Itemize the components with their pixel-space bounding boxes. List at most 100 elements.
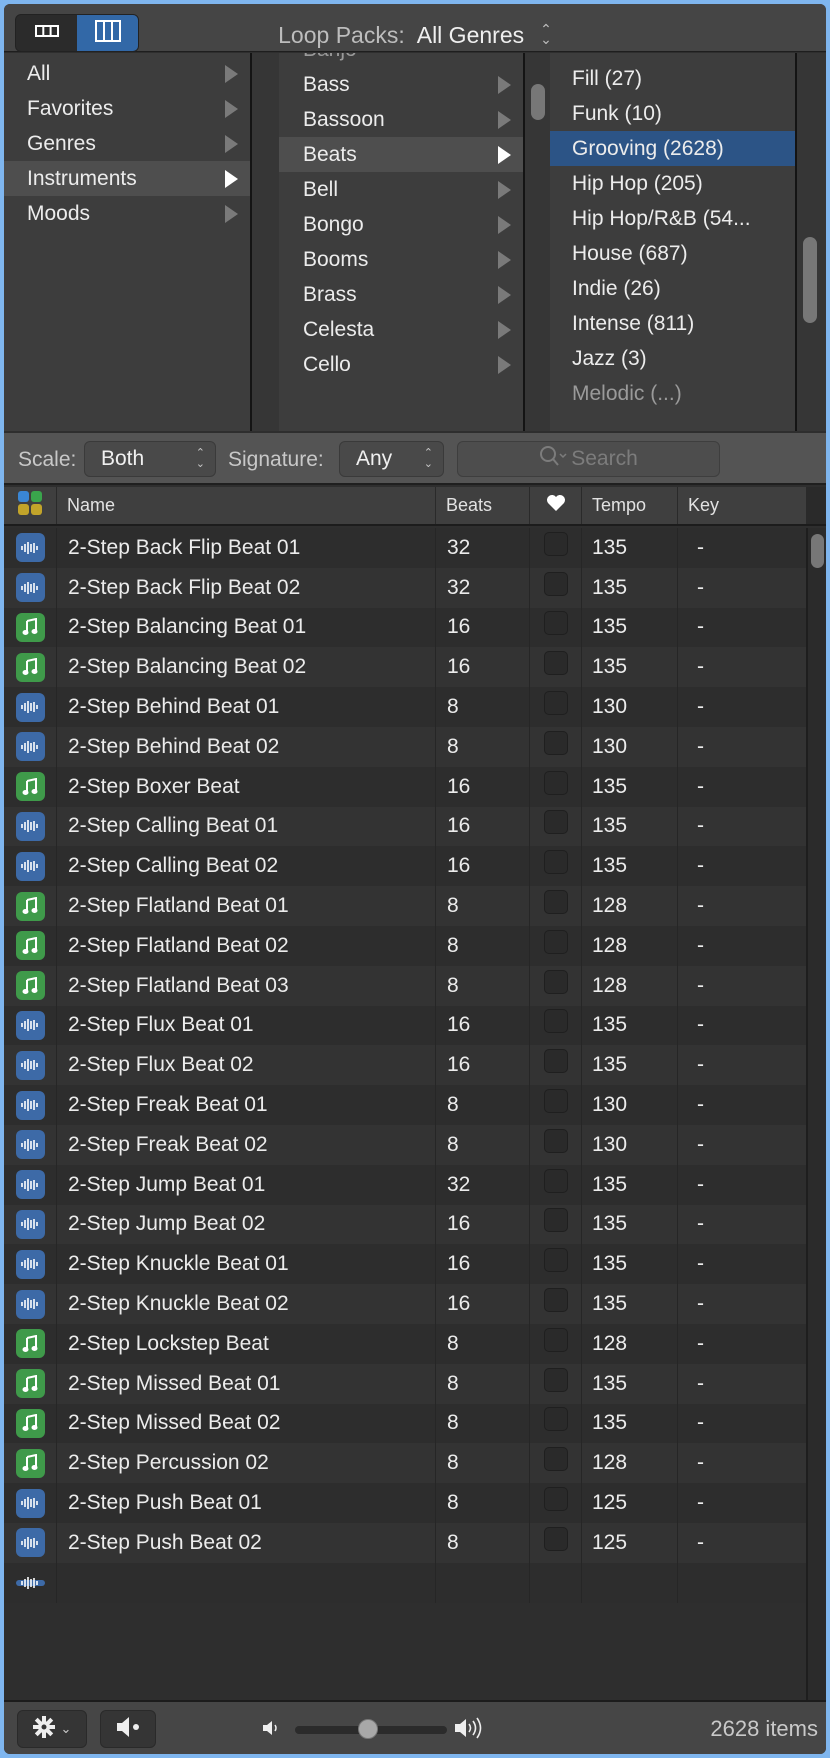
browser-item[interactable]: Bassoon <box>279 102 523 137</box>
instruments-scrollbar[interactable] <box>525 53 550 431</box>
browser-item[interactable]: Funk (10) <box>550 96 795 131</box>
table-row[interactable]: 2-Step Percussion 02 8 128- <box>4 1443 806 1484</box>
favorite-checkbox[interactable] <box>543 1009 568 1034</box>
table-row[interactable]: 2-Step Freak Beat 01 8 130- <box>4 1085 806 1125</box>
browser-item[interactable]: Melodic (...) <box>550 376 795 411</box>
favorite-checkbox[interactable] <box>543 1089 568 1114</box>
favorite-checkbox[interactable] <box>543 531 568 556</box>
loop-type-cell <box>4 568 56 608</box>
favorite-checkbox[interactable] <box>543 1327 568 1352</box>
favorite-checkbox[interactable] <box>543 1168 568 1193</box>
table-row[interactable]: 2-Step Freak Beat 02 8 130- <box>4 1125 806 1165</box>
scrollbar-thumb[interactable] <box>531 84 545 120</box>
preview-speaker-button[interactable] <box>100 1710 156 1748</box>
table-row[interactable]: 2-Step Lockstep Beat 8 128- <box>4 1324 806 1364</box>
favorite-cell <box>529 528 581 568</box>
table-row[interactable]: 2-Step Calling Beat 02 16 135- <box>4 846 806 887</box>
favorite-checkbox[interactable] <box>543 850 568 875</box>
table-row[interactable]: 2-Step Missed Beat 02 8 135- <box>4 1403 806 1444</box>
browser-item[interactable]: Banjo <box>279 53 523 67</box>
browser-item[interactable]: All <box>4 56 250 91</box>
browser-item[interactable]: Jazz (3) <box>550 341 795 376</box>
loop-tempo: 128 <box>581 1443 677 1484</box>
browser-item[interactable]: Indie (26) <box>550 271 795 306</box>
favorite-checkbox[interactable] <box>543 1407 568 1432</box>
browser-item[interactable]: Bell <box>279 172 523 207</box>
table-row[interactable]: 2-Step Push Beat 01 8 125- <box>4 1483 806 1523</box>
table-row[interactable]: 2-Step Knuckle Beat 01 16 135- <box>4 1244 806 1285</box>
table-row[interactable]: 2-Step Flux Beat 02 16 135- <box>4 1045 806 1086</box>
favorite-checkbox[interactable] <box>543 730 568 755</box>
scrollbar-thumb[interactable] <box>803 237 817 323</box>
scale-popup[interactable]: Both ⌃ ⌄ <box>84 441 216 477</box>
name-column-header[interactable]: Name <box>56 487 435 524</box>
favorite-column-header[interactable] <box>529 487 581 524</box>
action-menu-button[interactable]: ⌄ <box>17 1710 87 1748</box>
browser-item[interactable]: Hip Hop (205) <box>550 166 795 201</box>
table-row[interactable]: 2-Step Boxer Beat 16 135- <box>4 766 806 807</box>
favorite-checkbox[interactable] <box>543 1208 568 1233</box>
favorite-checkbox[interactable] <box>543 1248 568 1273</box>
favorite-checkbox[interactable] <box>543 929 568 954</box>
browser-item[interactable]: Instruments <box>4 161 250 196</box>
type-column-header[interactable] <box>4 487 56 524</box>
favorite-checkbox[interactable] <box>543 1049 568 1074</box>
table-row[interactable]: 2-Step Jump Beat 01 32 135- <box>4 1164 806 1205</box>
favorite-checkbox[interactable] <box>543 770 568 795</box>
table-row[interactable] <box>4 1562 806 1603</box>
table-row[interactable]: 2-Step Balancing Beat 01 16 135- <box>4 607 806 648</box>
beats-column-header[interactable]: Beats <box>435 487 529 524</box>
browser-item[interactable]: Brass <box>279 277 523 312</box>
browser-item[interactable]: Genres <box>4 126 250 161</box>
favorite-checkbox[interactable] <box>543 1526 568 1551</box>
table-row[interactable]: 2-Step Push Beat 02 8 125- <box>4 1523 806 1563</box>
favorite-checkbox[interactable] <box>543 1487 568 1512</box>
browser-item[interactable]: Beats <box>279 137 523 172</box>
table-row[interactable]: 2-Step Balancing Beat 02 16 135- <box>4 647 806 688</box>
scrollbar-thumb[interactable] <box>811 534 824 568</box>
browser-item[interactable]: Moods <box>4 196 250 231</box>
table-row[interactable]: 2-Step Back Flip Beat 02 32 135- <box>4 567 806 608</box>
browser-item[interactable]: Hip Hop/R&B (54... <box>550 201 795 236</box>
table-row[interactable]: 2-Step Back Flip Beat 01 32 135- <box>4 528 806 568</box>
browser-item[interactable]: Grooving (2628) <box>550 131 795 166</box>
key-column-header[interactable]: Key <box>677 487 806 524</box>
browser-item[interactable]: Favorites <box>4 91 250 126</box>
favorite-checkbox[interactable] <box>543 810 568 835</box>
table-row[interactable]: 2-Step Flatland Beat 01 8 128- <box>4 886 806 926</box>
browser-item[interactable]: Fill (27) <box>550 61 795 96</box>
table-row[interactable]: 2-Step Knuckle Beat 02 16 135- <box>4 1284 806 1324</box>
browser-item[interactable]: Intense (811) <box>550 306 795 341</box>
favorite-checkbox[interactable] <box>543 691 568 716</box>
loop-list-scrollbar[interactable] <box>806 528 826 1700</box>
favorite-checkbox[interactable] <box>543 1288 568 1313</box>
favorite-checkbox[interactable] <box>543 651 568 676</box>
table-row[interactable]: 2-Step Jump Beat 02 16 135- <box>4 1204 806 1245</box>
browser-item[interactable]: Cello <box>279 347 523 382</box>
favorite-checkbox[interactable] <box>543 1447 568 1472</box>
favorite-checkbox[interactable] <box>543 969 568 994</box>
browser-item[interactable]: Bongo <box>279 207 523 242</box>
table-row[interactable]: 2-Step Missed Beat 01 8 135- <box>4 1363 806 1404</box>
browser-item[interactable]: Booms <box>279 242 523 277</box>
loop-packs-selector[interactable]: Loop Packs: All Genres ⌃ ⌄ <box>4 22 826 49</box>
tempo-column-header[interactable]: Tempo <box>581 487 677 524</box>
genres-scrollbar[interactable] <box>797 53 826 431</box>
table-row[interactable]: 2-Step Flatland Beat 02 8 128- <box>4 926 806 966</box>
favorite-checkbox[interactable] <box>543 571 568 596</box>
table-row[interactable]: 2-Step Behind Beat 02 8 130- <box>4 727 806 767</box>
table-row[interactable]: 2-Step Flatland Beat 03 8 128- <box>4 965 806 1006</box>
signature-popup[interactable]: Any ⌃ ⌄ <box>339 441 444 477</box>
table-row[interactable]: 2-Step Flux Beat 01 16 135- <box>4 1005 806 1046</box>
table-row[interactable]: 2-Step Calling Beat 01 16 135- <box>4 806 806 847</box>
browser-item[interactable]: Celesta <box>279 312 523 347</box>
favorite-checkbox[interactable] <box>543 890 568 915</box>
browser-item[interactable]: House (687) <box>550 236 795 271</box>
table-row[interactable]: 2-Step Behind Beat 01 8 130- <box>4 687 806 727</box>
volume-slider-knob[interactable] <box>357 1719 378 1739</box>
favorite-checkbox[interactable] <box>543 1128 568 1153</box>
browser-item[interactable]: Bass <box>279 67 523 102</box>
search-field[interactable]: Search <box>457 441 720 477</box>
favorite-checkbox[interactable] <box>543 1367 568 1392</box>
favorite-checkbox[interactable] <box>543 611 568 636</box>
